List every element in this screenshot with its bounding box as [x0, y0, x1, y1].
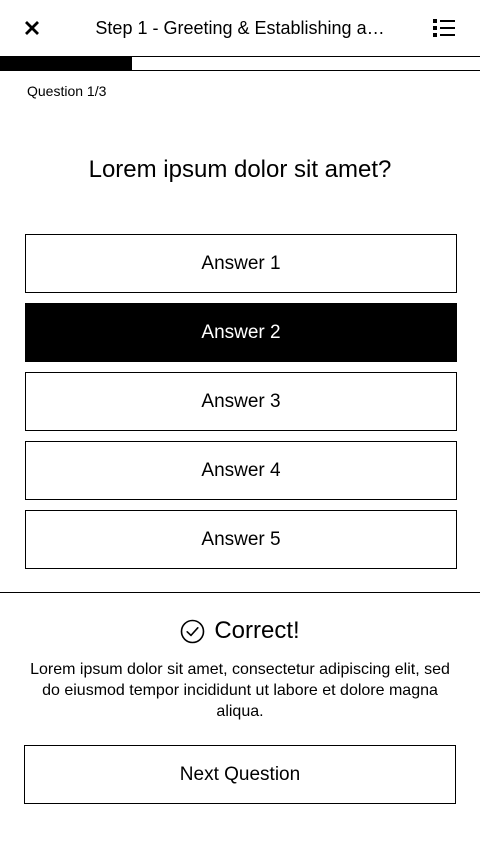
close-button[interactable]: [18, 14, 46, 42]
check-circle-icon: [181, 619, 205, 643]
question-text: Lorem ipsum dolor sit amet?: [88, 156, 392, 183]
answer-option[interactable]: Answer 4: [25, 441, 457, 500]
divider: [0, 592, 480, 593]
feedback-title: Correct!: [214, 617, 300, 644]
header-title: Step 1 - Greeting & Establishing a…: [95, 18, 385, 38]
answer-list: Answer 1 Answer 2 Answer 3 Answer 4 Answ…: [25, 234, 457, 579]
answer-option[interactable]: Answer 3: [25, 372, 457, 431]
next-question-button[interactable]: Next Question: [24, 745, 456, 804]
feedback-heading: Correct!: [0, 616, 480, 646]
answer-option[interactable]: Answer 1: [25, 234, 457, 293]
progress-bar: [0, 56, 480, 71]
question-counter: Question 1/3: [27, 83, 107, 99]
close-icon: [25, 21, 39, 35]
answer-option[interactable]: Answer 5: [25, 510, 457, 569]
progress-bar-fill: [0, 57, 132, 70]
feedback-text: Lorem ipsum dolor sit amet, consectetur …: [30, 661, 450, 720]
quiz-screen: Step 1 - Greeting & Establishing a… Ques…: [0, 0, 480, 854]
header: Step 1 - Greeting & Establishing a…: [0, 0, 480, 56]
answer-option[interactable]: Answer 2: [25, 303, 457, 362]
list-icon: [433, 19, 455, 37]
menu-button[interactable]: [428, 14, 460, 42]
